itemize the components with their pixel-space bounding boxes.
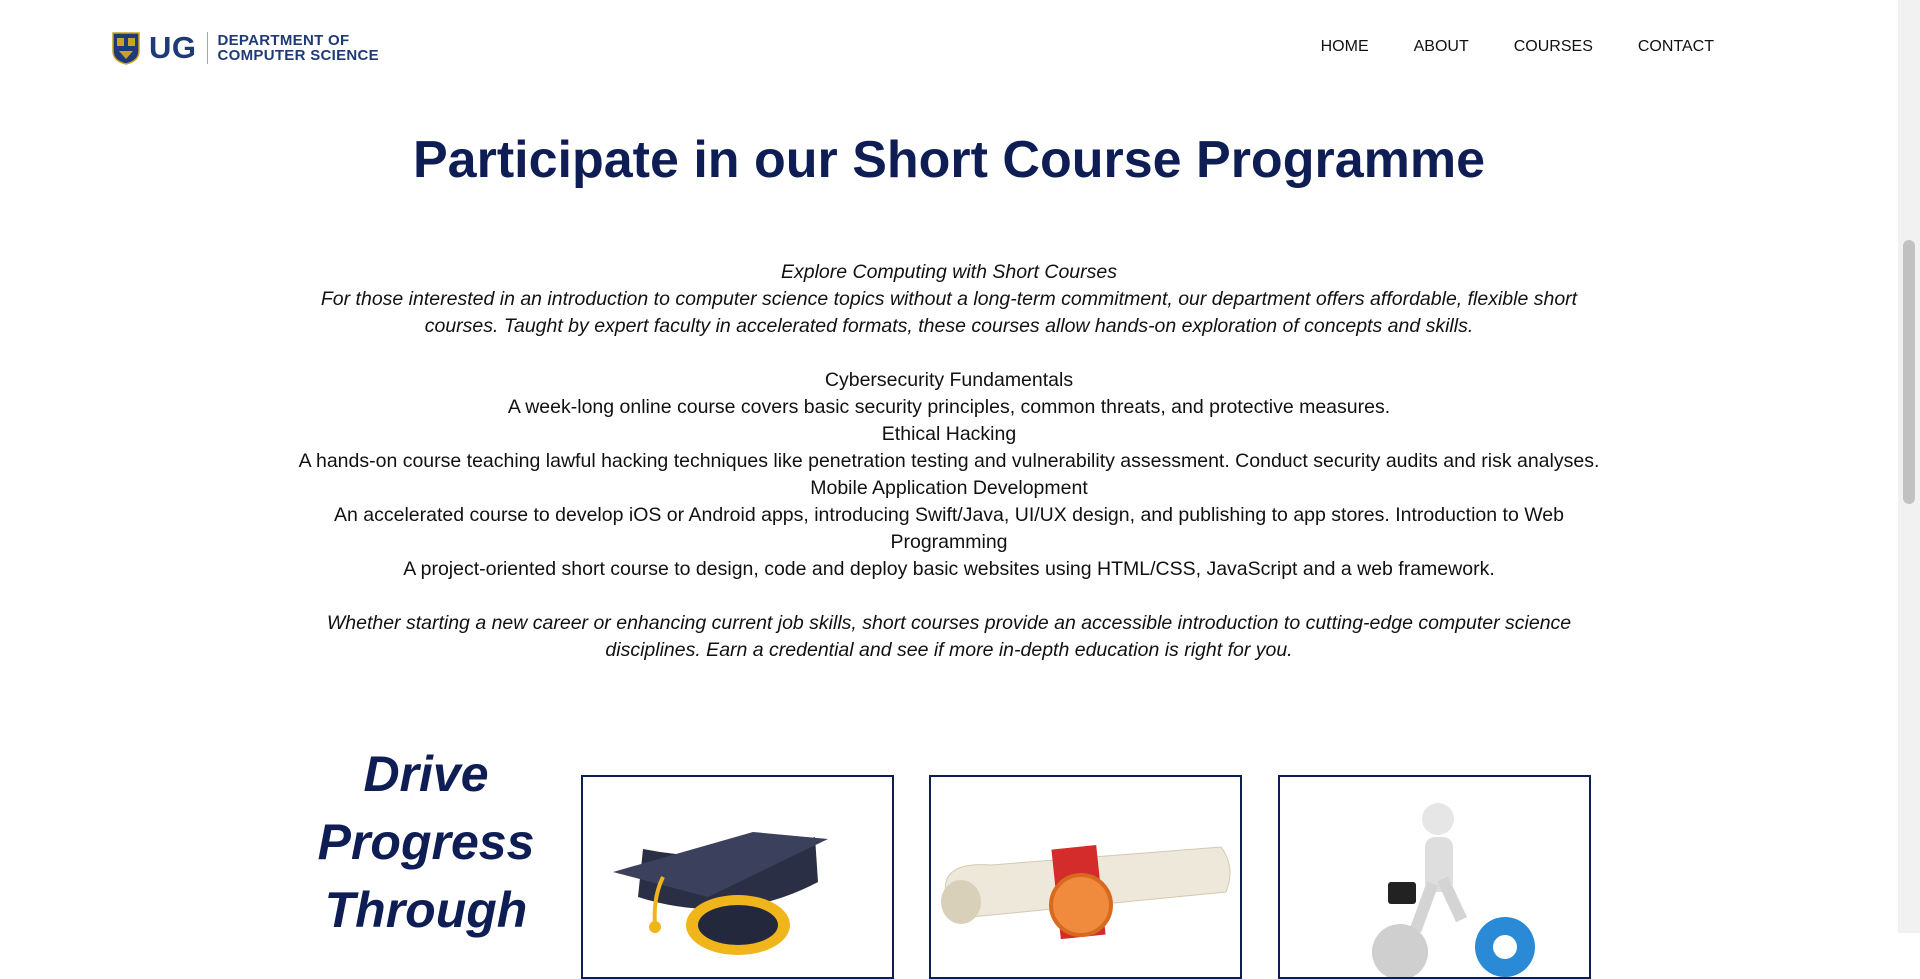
department-logo[interactable]: UG DEPARTMENT OF COMPUTER SCIENCE [111, 30, 379, 66]
course-description: A project-oriented short course to desig… [403, 558, 1495, 580]
intro-heading: Explore Computing with Short Courses [781, 261, 1117, 283]
promo-heading-line: Drive [363, 746, 489, 802]
logo-divider [206, 32, 208, 64]
nav-courses[interactable]: COURSES [1514, 38, 1593, 56]
logo-line-2: COMPUTER SCIENCE [217, 47, 379, 64]
nav-contact[interactable]: CONTACT [1638, 38, 1714, 56]
intro-text: For those interested in an introduction … [320, 288, 1578, 337]
graduation-cap-image [613, 832, 828, 955]
course-name: Mobile Application Development [810, 477, 1088, 499]
scrollbar-thumb[interactable] [1903, 240, 1915, 504]
course-description: A hands-on course teaching lawful hackin… [298, 450, 1600, 472]
promo-heading-line: Progress [317, 814, 535, 870]
course-name: Ethical Hacking [881, 423, 1017, 445]
course-description: A week-long online course covers basic s… [507, 396, 1391, 418]
businessman-gears-image [1372, 803, 1535, 977]
nav-about[interactable]: ABOUT [1414, 38, 1469, 56]
main-nav: HOME ABOUT COURSES CONTACT [1321, 38, 1714, 56]
course-description: An accelerated course to develop iOS or … [334, 504, 1564, 553]
logo-department-name: DEPARTMENT OF COMPUTER SCIENCE [218, 33, 379, 63]
graduation-cap-card[interactable] [581, 775, 894, 979]
logo-ug-text: UG [149, 30, 197, 65]
course-intro: Explore Computing with Short Courses For… [290, 259, 1608, 664]
page-title: Participate in our Short Course Programm… [412, 131, 1486, 189]
promo-heading-line: Through [324, 882, 528, 938]
university-crest-icon [112, 32, 140, 65]
diploma-scroll-image [941, 844, 1231, 940]
business-growth-card[interactable] [1278, 775, 1591, 979]
site-header: UG DEPARTMENT OF COMPUTER SCIENCE HOME A… [0, 0, 1898, 100]
promo-heading: Drive Progress Through [300, 740, 552, 944]
diploma-card[interactable] [929, 775, 1242, 979]
course-name: Cybersecurity Fundamentals [824, 369, 1074, 391]
logo-line-1: DEPARTMENT OF [217, 32, 350, 49]
nav-home[interactable]: HOME [1321, 38, 1369, 56]
closing-text: Whether starting a new career or enhanci… [326, 612, 1572, 661]
page-scrollbar[interactable] [1898, 0, 1920, 933]
